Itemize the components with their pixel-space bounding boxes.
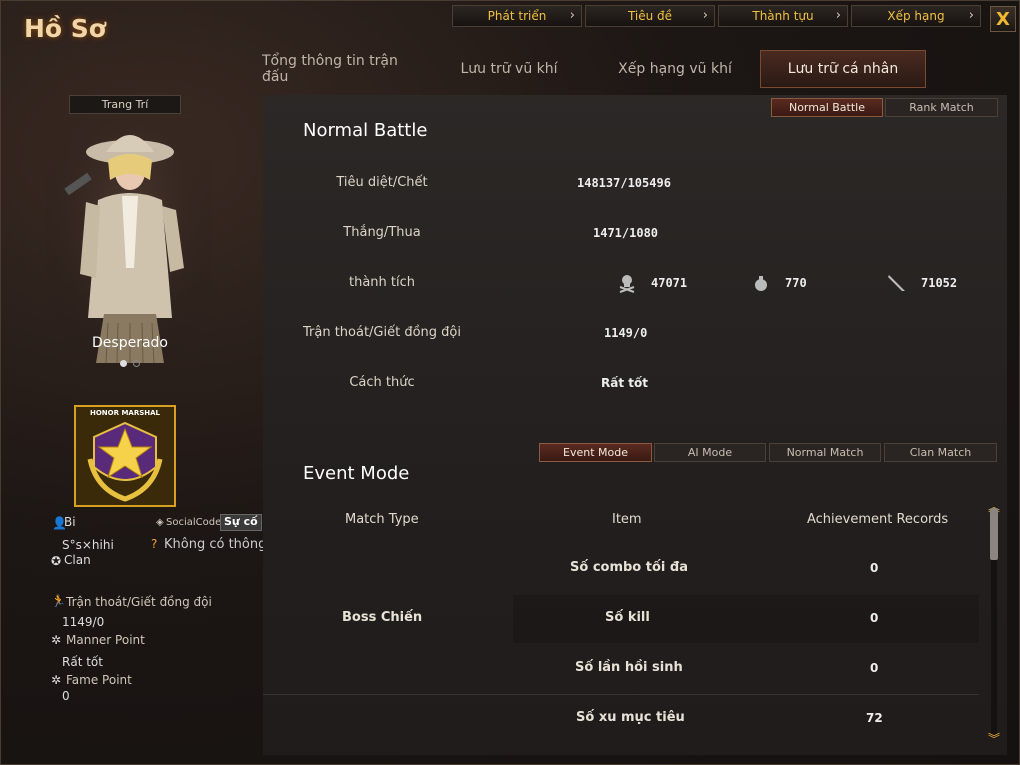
manner-value: Rất tốt [62,655,103,669]
col-achievement: Achievement Records [807,512,949,527]
close-button[interactable]: X [990,6,1016,32]
kd-label: Tiêu diệt/Chết [336,175,428,190]
help-icon: ? [151,537,158,551]
achievement-label: thành tích [348,275,415,290]
table-row-stripe [513,595,979,643]
topnav-ranking-button[interactable]: Xếp hạng › [851,5,981,27]
tab-weapon-storage[interactable]: Lưu trữ vũ khí [428,50,590,88]
chevron-right-icon: › [835,8,841,23]
nickname: S°s×hihi [62,538,114,552]
tab-weapon-ranking[interactable]: Xếp hạng vũ khí [590,50,760,88]
achievement-skull: 47071 [617,273,687,293]
achievement-value: 71052 [921,276,958,290]
pager-dot[interactable] [120,360,127,367]
col-item: Item [612,512,642,527]
col-match-type: Match Type [345,512,419,527]
clan-label: Clan [64,553,91,567]
tab-normal-match[interactable]: Normal Match [769,443,881,462]
event-scrollbar[interactable]: ︽ ︾ [987,498,1001,748]
knife-icon [888,275,905,291]
table-row-item: Số xu mục tiêu [576,710,685,725]
escape-stat-value: 1149/0 [604,326,648,340]
stats-panel [263,95,1007,755]
run-icon: 🏃 [51,594,66,608]
topnav-label: Phát triển [487,9,547,23]
escape-stat-label: Trận thoát/Giết đồng đội [302,325,461,340]
normal-battle-button[interactable]: Normal Battle [771,98,883,117]
table-row-item: Số lần hồi sinh [575,660,683,675]
grenade-icon [755,276,767,291]
pager-dot[interactable] [133,360,140,367]
top-nav: Phát triển › Tiêu đề › Thành tựu › Xếp hạng… [452,5,981,27]
event-mode-title: Event Mode [303,463,410,484]
match-type-boss: Boss Chiến [342,610,423,625]
fame-icon: ✲ [51,673,62,687]
topnav-label: Tiêu đề [627,9,673,23]
achievement-value: 47071 [651,276,688,290]
tab-ai-mode[interactable]: AI Mode [654,443,766,462]
skull-icon [619,275,635,293]
fame-value: 0 [62,689,70,703]
fame-label: Fame Point [66,673,132,687]
normal-battle-title: Normal Battle [303,120,428,141]
chevron-right-icon: › [569,8,575,23]
rank-emblem-icon [87,421,163,502]
table-row-value: 0 [870,661,879,675]
tab-personal-storage[interactable]: Lưu trữ cá nhân [760,50,926,88]
user-label: Bi [64,515,76,529]
topnav-title-button[interactable]: Tiêu đề › [585,5,715,27]
table-row-item: Số combo tối đa [570,560,688,575]
topnav-development-button[interactable]: Phát triển › [452,5,582,27]
topnav-label: Xếp hạng [887,9,945,23]
topnav-achievement-button[interactable]: Thành tựu › [718,5,848,27]
wl-value: 1471/1080 [593,226,659,240]
table-row-value: 0 [870,611,879,625]
table-divider [263,694,979,695]
page-title: Hồ Sơ [24,14,106,43]
scroll-thumb[interactable] [990,508,998,560]
achievement-knife: 71052 [887,273,957,293]
main-tabs: Tổng thông tin trận đấu Lưu trữ vũ khí X… [262,50,926,88]
chevron-right-icon: › [968,8,974,23]
table-row-value: 72 [866,711,883,725]
table-row-item: Số kill [605,610,650,625]
wl-label: Thắng/Thua [343,225,421,240]
tab-event-mode[interactable]: Event Mode [539,443,652,462]
rank-badge-text: HONOR MARSHAL [90,409,160,417]
decorate-button[interactable]: Trang Trí [69,95,181,114]
manner-icon: ✲ [51,633,62,647]
manner-label: Manner Point [66,633,145,647]
clan-icon: ✪ [51,554,62,568]
chevron-right-icon: › [702,8,708,23]
character-pager [120,360,140,367]
social-code-label: SocialCode [166,517,222,528]
social-code-value[interactable]: Sự cố [220,514,262,531]
tab-match-summary[interactable]: Tổng thông tin trận đấu [262,50,428,88]
rank-match-button[interactable]: Rank Match [885,98,998,117]
escape-label: Trận thoát/Giết đồng đội [66,595,212,609]
topnav-label: Thành tựu [752,9,814,23]
event-table-header: Match Type Item Achievement Records [263,498,979,542]
character-name: Desperado [92,335,168,351]
manner-stat-value: Rất tốt [601,376,648,390]
manner-stat-label: Cách thức [349,375,415,390]
close-icon: X [996,8,1010,30]
table-row-value: 0 [870,561,879,575]
achievement-grenade: 770 [751,273,807,293]
rank-badge: HONOR MARSHAL [74,405,176,507]
scroll-down-icon[interactable]: ︾ [988,730,1000,747]
kd-value: 148137/105496 [577,176,671,190]
escape-value: 1149/0 [62,615,105,629]
achievement-value: 770 [785,276,807,290]
tab-clan-match[interactable]: Clan Match [884,443,997,462]
tag-icon: ◈ [156,517,164,528]
